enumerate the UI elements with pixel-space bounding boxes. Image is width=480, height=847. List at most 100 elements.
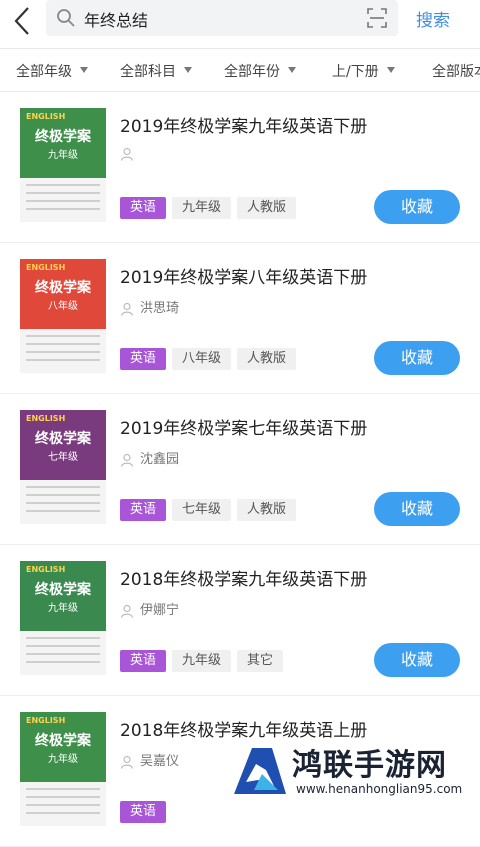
book-cover: ENGLISH 终极学案 九年级	[20, 712, 106, 826]
tag-edition: 人教版	[237, 499, 297, 521]
cover-eng-label: ENGLISH	[26, 716, 66, 725]
tag-subject: 英语	[120, 650, 167, 672]
cover-eng-label: ENGLISH	[26, 263, 66, 272]
author: 沈鑫园	[120, 448, 180, 467]
tag-row: 英语 九年级 人教版	[120, 196, 302, 219]
tag-edition: 人教版	[237, 197, 297, 219]
cover-lower	[20, 480, 106, 524]
cover-title: 终极学案	[35, 582, 91, 598]
cover-grade: 九年级	[48, 754, 78, 765]
filter-label: 全部年级	[16, 64, 72, 80]
tag-subject: 英语	[120, 801, 167, 823]
tag-row: 英语 七年级 人教版	[120, 498, 302, 521]
filter-label: 全部版本	[432, 64, 480, 80]
filter-year[interactable]: 全部年份	[224, 61, 296, 81]
author: 伊娜宁	[120, 599, 180, 618]
book-title: 2018年终极学案九年级英语下册	[120, 570, 368, 590]
list-item[interactable]: ENGLISH 终极学案 七年级 2019年终极学案七年级英语下册 沈鑫园 英语…	[0, 394, 480, 545]
user-icon	[120, 302, 134, 316]
cover-text-lines	[26, 184, 100, 214]
cover-text-lines	[26, 788, 100, 818]
cover-eng-label: ENGLISH	[26, 414, 66, 423]
dropdown-caret-icon	[184, 67, 192, 73]
filter-label: 上/下册	[332, 64, 379, 80]
tag-row: 英语 八年级 人教版	[120, 347, 302, 370]
book-cover: ENGLISH 终极学案 八年级	[20, 259, 106, 373]
watermark: 鸿联手游网 www.henanhonglian95.com	[226, 738, 480, 800]
cover-text-lines	[26, 486, 100, 516]
list-item[interactable]: ENGLISH 终极学案 八年级 2019年终极学案八年级英语下册 洪思琦 英语…	[0, 243, 480, 394]
cover-lower	[20, 782, 106, 826]
user-icon	[120, 453, 134, 467]
scan-icon[interactable]	[366, 7, 388, 29]
filter-bar: 全部年级 全部科目 全部年份 上/下册 全部版本	[0, 48, 480, 92]
tag-subject: 英语	[120, 197, 167, 219]
filter-grade[interactable]: 全部年级	[16, 61, 88, 81]
author-name: 吴嘉仪	[140, 754, 180, 769]
dropdown-caret-icon	[80, 67, 88, 73]
collect-button[interactable]: 收藏	[374, 643, 460, 677]
tag-grade: 九年级	[172, 650, 232, 672]
tag-row: 英语 九年级 其它	[120, 649, 289, 672]
back-arrow-icon[interactable]	[8, 4, 36, 38]
search-input[interactable]: 年终总结	[46, 0, 398, 36]
book-title: 2019年终极学案七年级英语下册	[120, 419, 368, 439]
cover-eng-label: ENGLISH	[26, 112, 66, 121]
author: 吴嘉仪	[120, 750, 180, 769]
watermark-url: www.henanhonglian95.com	[296, 782, 463, 796]
list-item[interactable]: ENGLISH 终极学案 九年级 2018年终极学案九年级英语下册 伊娜宁 英语…	[0, 545, 480, 696]
filter-edition[interactable]: 全部版本	[432, 61, 480, 81]
dropdown-caret-icon	[288, 67, 296, 73]
search-button[interactable]: 搜索	[416, 6, 450, 31]
top-bar: 年终总结 搜索	[0, 0, 480, 46]
tag-grade: 八年级	[172, 348, 232, 370]
cover-lower	[20, 631, 106, 675]
book-cover: ENGLISH 终极学案 七年级	[20, 410, 106, 524]
cover-grade: 七年级	[48, 452, 78, 463]
tag-subject: 英语	[120, 348, 167, 370]
filter-label: 全部年份	[224, 64, 280, 80]
book-title: 2019年终极学案八年级英语下册	[120, 268, 368, 288]
tag-row: 英语	[120, 800, 172, 823]
collect-button[interactable]: 收藏	[374, 341, 460, 375]
user-icon	[120, 604, 134, 618]
cover-lower	[20, 178, 106, 222]
filter-subject[interactable]: 全部科目	[120, 61, 192, 81]
cover-text-lines	[26, 335, 100, 365]
book-list: ENGLISH 终极学案 九年级 2019年终极学案九年级英语下册 英语 九年级人…	[0, 92, 480, 847]
book-cover: ENGLISH 终极学案 九年级	[20, 561, 106, 675]
collect-button[interactable]: 收藏	[374, 190, 460, 224]
tag-edition: 其它	[237, 650, 284, 672]
tag-grade: 九年级	[172, 197, 232, 219]
cover-lower	[20, 329, 106, 373]
cover-grade: 九年级	[48, 150, 78, 161]
filter-label: 全部科目	[120, 64, 176, 80]
cover-title: 终极学案	[35, 280, 91, 296]
dropdown-caret-icon	[386, 67, 395, 73]
cover-grade: 八年级	[48, 301, 78, 312]
author: 洪思琦	[120, 297, 180, 316]
search-query: 年终总结	[84, 11, 149, 30]
cover-title: 终极学案	[35, 431, 91, 447]
filter-volume[interactable]: 上/下册	[332, 61, 395, 81]
author-name: 洪思琦	[140, 301, 180, 316]
watermark-logo-icon	[234, 748, 286, 794]
collect-button[interactable]: 收藏	[374, 492, 460, 526]
author-name: 伊娜宁	[140, 603, 180, 618]
search-icon	[57, 9, 75, 27]
user-icon	[120, 147, 134, 161]
author	[120, 146, 140, 164]
cover-eng-label: ENGLISH	[26, 565, 66, 574]
watermark-name: 鸿联手游网	[292, 748, 447, 783]
user-icon	[120, 755, 134, 769]
book-cover: ENGLISH 终极学案 九年级	[20, 108, 106, 222]
author-name: 沈鑫园	[140, 452, 180, 467]
cover-title: 终极学案	[35, 129, 91, 145]
tag-grade: 七年级	[172, 499, 232, 521]
tag-subject: 英语	[120, 499, 167, 521]
book-title: 2019年终极学案九年级英语下册	[120, 117, 368, 137]
list-item[interactable]: ENGLISH 终极学案 九年级 2019年终极学案九年级英语下册 英语 九年级人…	[0, 92, 480, 243]
tag-edition: 人教版	[237, 348, 297, 370]
cover-title: 终极学案	[35, 733, 91, 749]
cover-text-lines	[26, 637, 100, 667]
